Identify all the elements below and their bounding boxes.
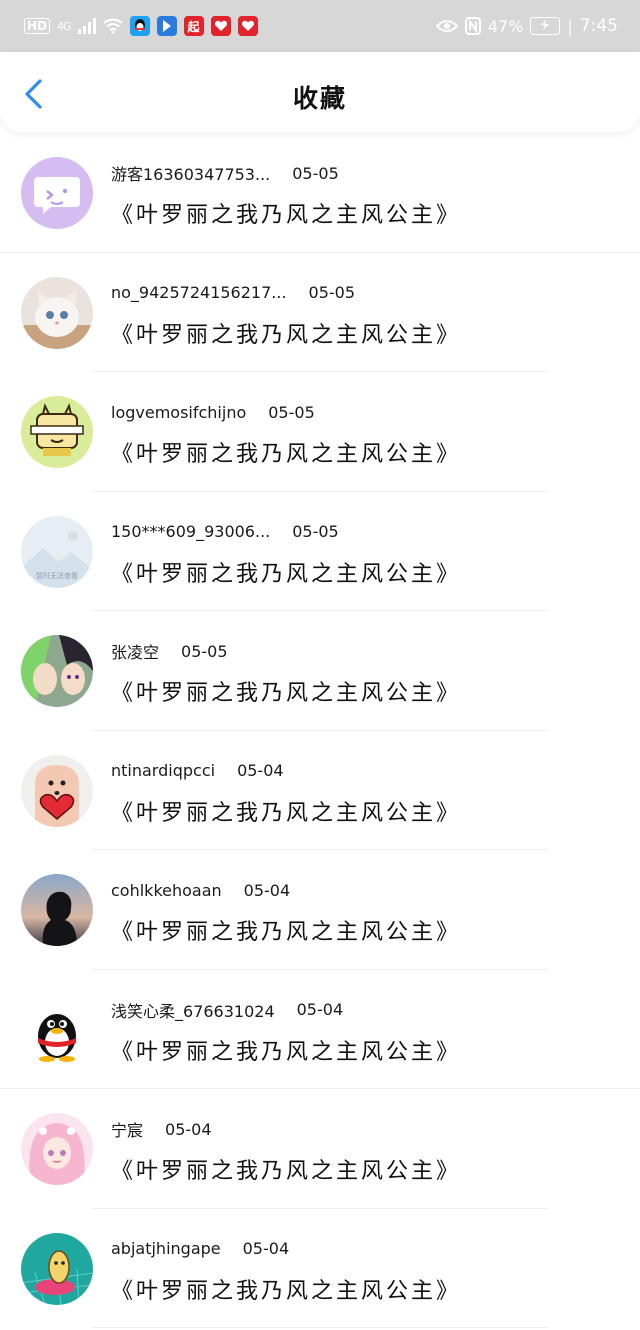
list-item[interactable]: 暂时无法查看 150***609_93006... 05-05 《叶罗丽之我乃风…: [0, 492, 640, 611]
list-item[interactable]: 张凌空 05-05 《叶罗丽之我乃风之主风公主》: [0, 611, 640, 731]
status-separator: |: [567, 16, 573, 36]
avatar[interactable]: [21, 396, 93, 468]
book-title[interactable]: 《叶罗丽之我乃风之主风公主》: [111, 556, 461, 588]
status-bar-left: HD 4G 起: [24, 16, 258, 36]
item-meta: 150***609_93006... 05-05: [111, 520, 339, 544]
list-item[interactable]: 宁宸 05-04 《叶罗丽之我乃风之主风公主》: [0, 1089, 640, 1209]
book-title[interactable]: 《叶罗丽之我乃风之主风公主》: [111, 197, 461, 229]
item-date: 05-05: [292, 522, 339, 541]
list-item[interactable]: no_9425724156217... 05-05 《叶罗丽之我乃风之主风公主》: [0, 253, 640, 372]
favorites-list: 游客16360347753... 05-05 《叶罗丽之我乃风之主风公主》 no…: [0, 133, 640, 1328]
item-meta: 浅笑心柔_676631024 05-04: [111, 998, 343, 1022]
wifi-icon: [102, 18, 123, 34]
item-meta: logvemosifchijno 05-05: [111, 400, 315, 424]
item-meta: 游客16360347753... 05-05: [111, 161, 339, 185]
item-meta: 宁宸 05-04: [111, 1117, 212, 1141]
avatar-placeholder-text: 暂时无法查看: [36, 571, 78, 580]
avatar[interactable]: [21, 754, 93, 827]
user-name: logvemosifchijno: [111, 402, 247, 422]
book-title[interactable]: 《叶罗丽之我乃风之主风公主》: [111, 436, 461, 468]
avatar[interactable]: [21, 874, 93, 946]
battery-charging-icon: [530, 17, 561, 35]
item-date: 05-04: [243, 880, 291, 900]
battery-percent: 47%: [487, 16, 524, 36]
list-item[interactable]: 游客16360347753... 05-05 《叶罗丽之我乃风之主风公主》: [0, 133, 640, 253]
list-item[interactable]: cohlkkehoaan 05-04 《叶罗丽之我乃风之主风公主》: [0, 850, 640, 970]
avatar[interactable]: [21, 1113, 93, 1185]
item-meta: ntinardiqpcci 05-04: [111, 759, 284, 783]
clock: 7:45: [579, 16, 618, 36]
user-name: cohlkkehoaan: [111, 880, 222, 900]
user-name: abjatjhingape: [111, 1239, 221, 1258]
list-item[interactable]: 浅笑心柔_676631024 05-04 《叶罗丽之我乃风之主风公主》: [0, 970, 640, 1089]
book-title[interactable]: 《叶罗丽之我乃风之主风公主》: [111, 1034, 461, 1066]
avatar[interactable]: [21, 276, 93, 349]
user-name: 张凌空: [111, 643, 160, 662]
divider: [92, 1327, 548, 1328]
avatar[interactable]: [21, 157, 93, 229]
taobao-app-icon: [210, 16, 231, 36]
status-bar-right: 47% | 7:45: [435, 16, 618, 36]
signal-label: 4G: [57, 19, 71, 33]
qidian-app-icon: 起: [183, 16, 204, 36]
item-meta: abjatjhingape 05-04: [111, 1237, 289, 1261]
item-date: 05-05: [181, 641, 228, 661]
book-title[interactable]: 《叶罗丽之我乃风之主风公主》: [111, 317, 461, 349]
avatar[interactable]: [21, 635, 93, 707]
item-meta: 张凌空 05-05: [111, 639, 228, 663]
bookmark-app-icon: [156, 16, 177, 36]
status-bar: HD 4G 起 47% | 7:45: [0, 0, 640, 52]
signal-icon: [77, 18, 96, 34]
avatar[interactable]: 暂时无法查看: [21, 515, 93, 588]
item-meta: cohlkkehoaan 05-04: [111, 878, 290, 902]
book-title[interactable]: 《叶罗丽之我乃风之主风公主》: [111, 1273, 461, 1305]
list-item[interactable]: abjatjhingape 05-04 《叶罗丽之我乃风之主风公主》: [0, 1209, 640, 1328]
user-name: 150***609_93006...: [111, 522, 271, 541]
taobao-app-icon-2: [237, 16, 258, 36]
nfc-icon: [464, 17, 481, 35]
user-name: 宁宸: [111, 1121, 144, 1140]
item-date: 05-04: [296, 1000, 344, 1019]
avatar[interactable]: [21, 993, 93, 1066]
book-title[interactable]: 《叶罗丽之我乃风之主风公主》: [111, 1153, 461, 1185]
eye-icon: [435, 20, 458, 32]
item-meta: no_9425724156217... 05-05: [111, 281, 355, 305]
book-title[interactable]: 《叶罗丽之我乃风之主风公主》: [111, 675, 461, 707]
qq-app-icon: [129, 16, 150, 36]
user-name: 游客16360347753...: [111, 165, 271, 184]
hd-badge: HD: [24, 18, 51, 34]
page-title: 收藏: [292, 84, 347, 113]
list-item[interactable]: ntinardiqpcci 05-04 《叶罗丽之我乃风之主风公主》: [0, 731, 640, 850]
list-item[interactable]: logvemosifchijno 05-05 《叶罗丽之我乃风之主风公主》: [0, 372, 640, 492]
item-date: 05-04: [242, 1239, 290, 1258]
book-title[interactable]: 《叶罗丽之我乃风之主风公主》: [111, 795, 461, 827]
user-name: ntinardiqpcci: [111, 761, 216, 780]
item-date: 05-05: [268, 402, 315, 422]
item-date: 05-05: [308, 283, 356, 302]
book-title[interactable]: 《叶罗丽之我乃风之主风公主》: [111, 914, 461, 946]
user-name: 浅笑心柔_676631024: [111, 1001, 275, 1021]
user-name: no_9425724156217...: [111, 283, 287, 302]
page-header: 收藏: [0, 52, 640, 132]
item-date: 05-05: [292, 163, 339, 183]
avatar[interactable]: [21, 1232, 93, 1305]
item-date: 05-04: [165, 1119, 212, 1139]
item-date: 05-04: [237, 761, 284, 780]
